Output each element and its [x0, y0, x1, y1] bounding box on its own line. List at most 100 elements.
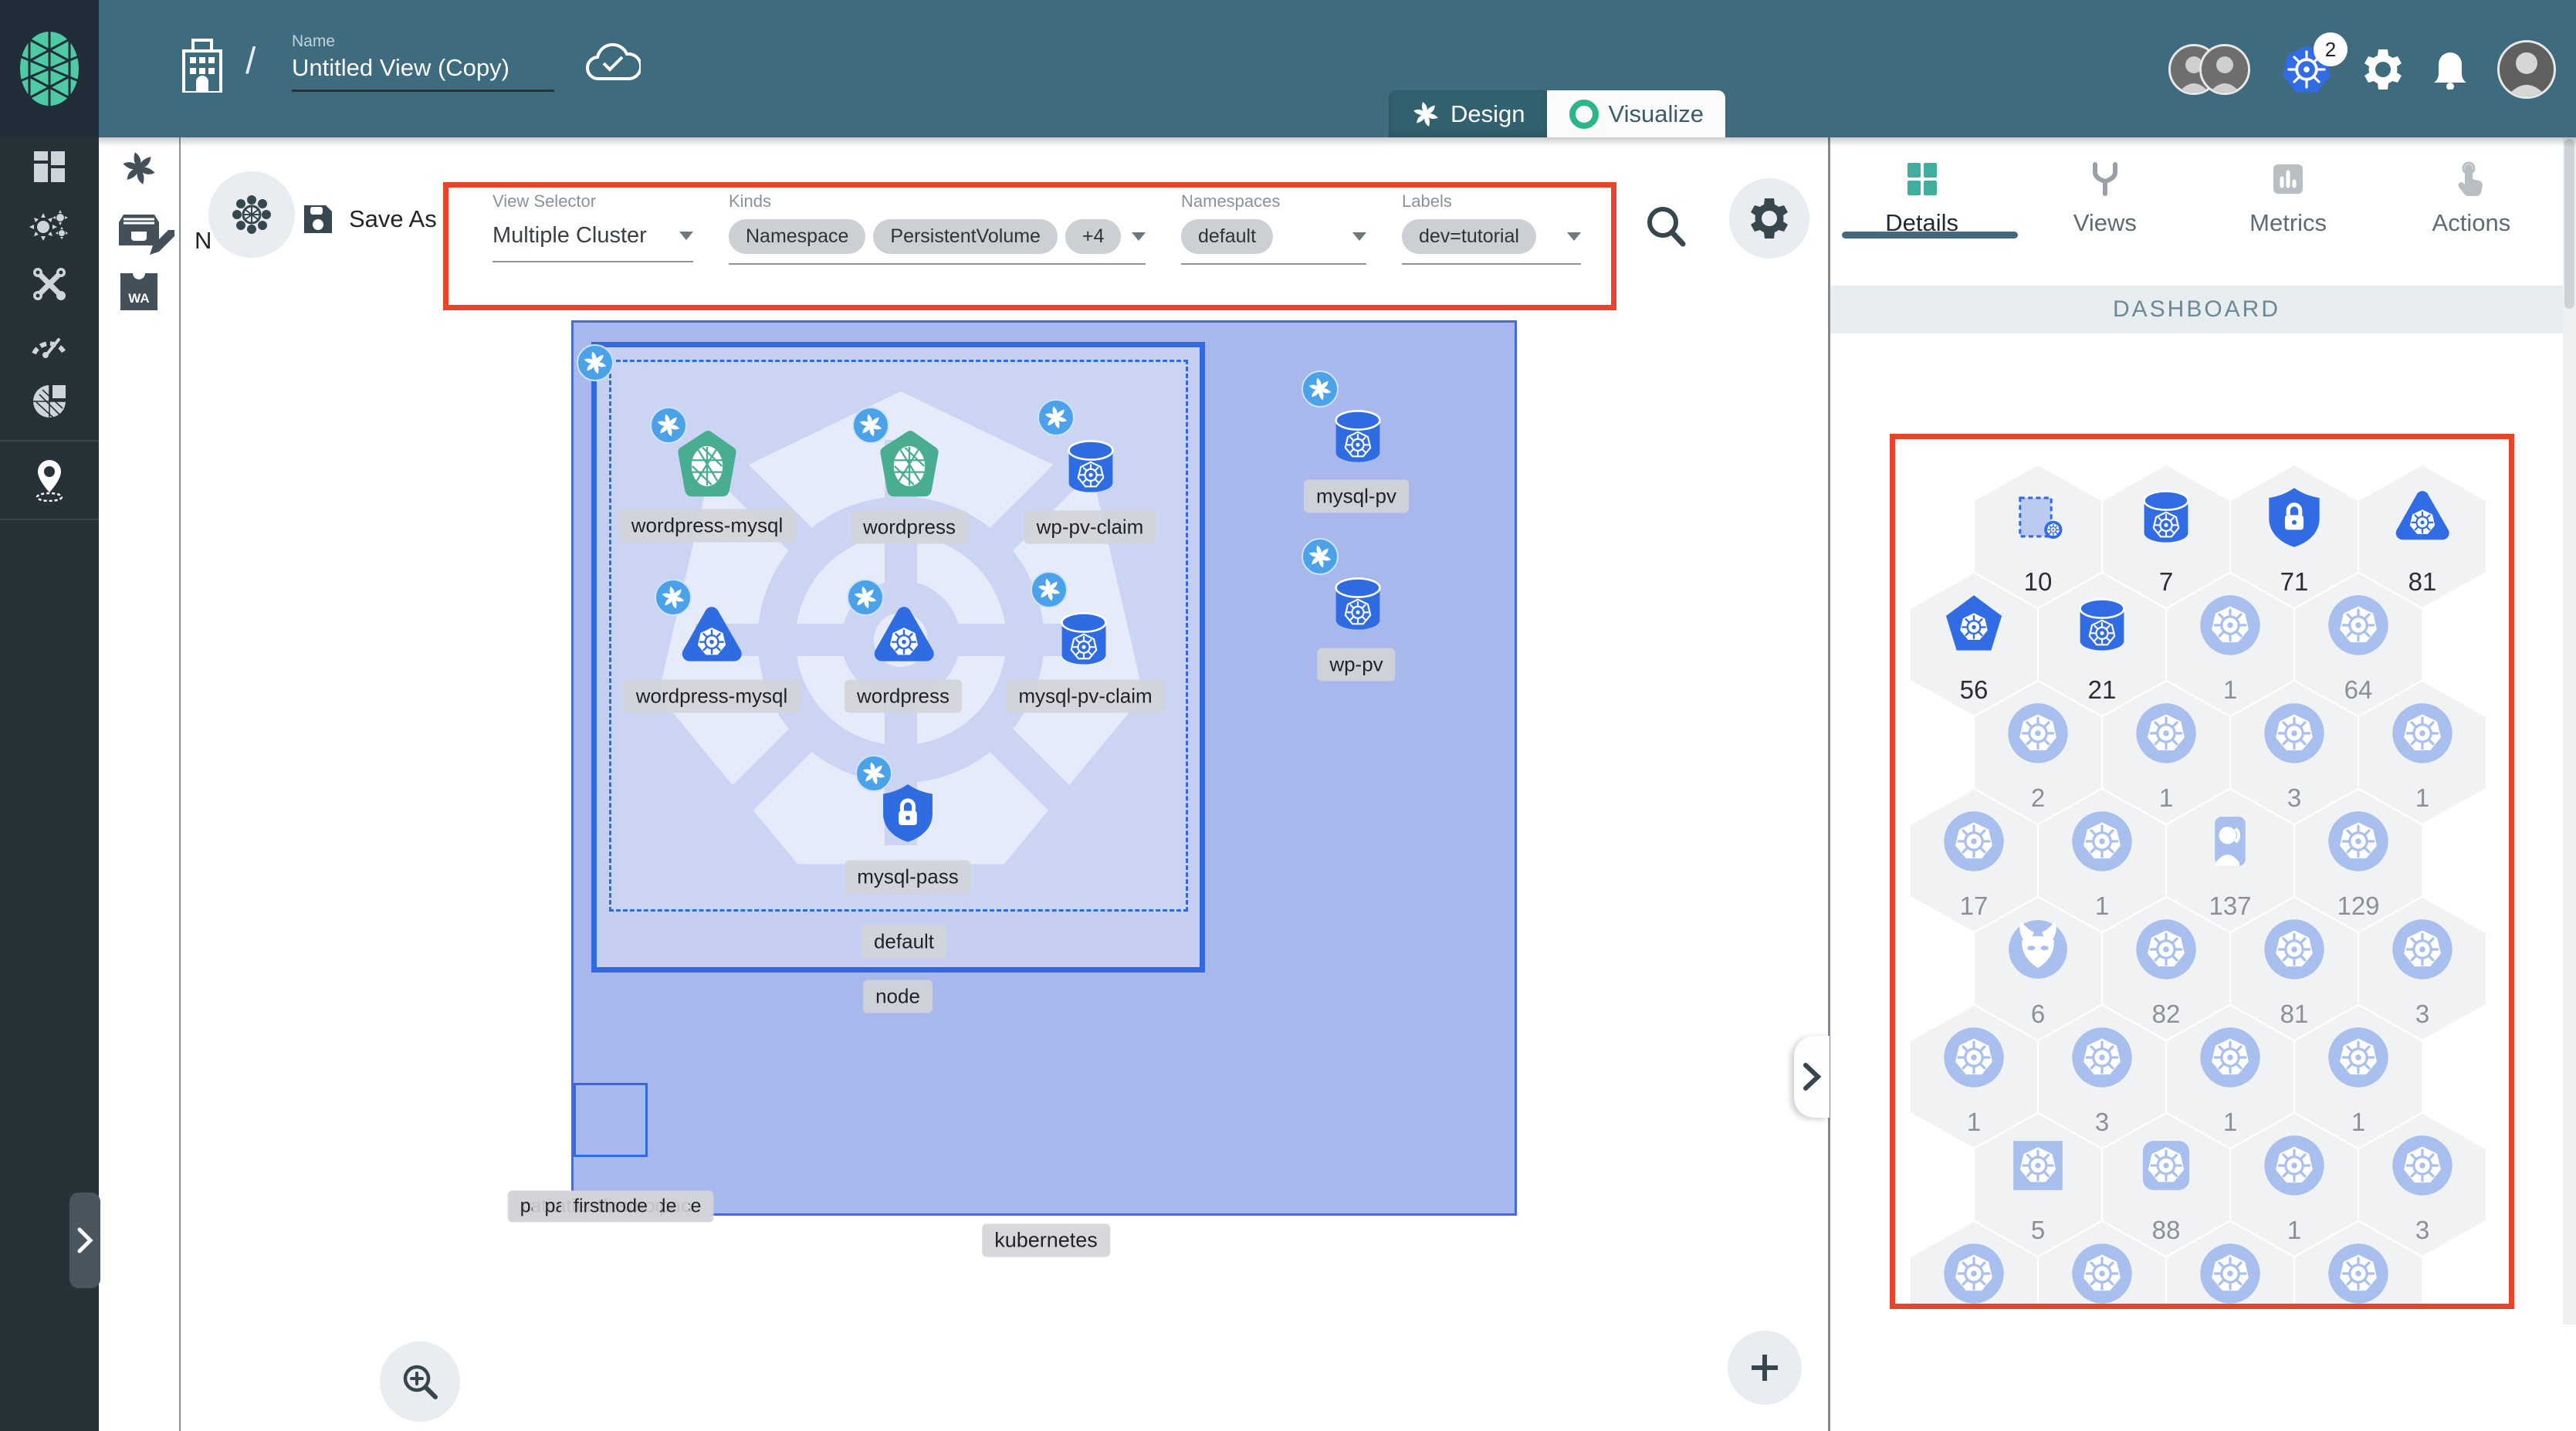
settings-gear-icon[interactable] [2363, 49, 2403, 90]
strip-wasm-item[interactable]: WA [99, 261, 179, 323]
namespace-label[interactable]: default [861, 925, 947, 959]
resource-label[interactable]: wordpress [851, 510, 968, 544]
meshery-badge-icon [1031, 571, 1068, 608]
k8s-resource-icon [2005, 1132, 2071, 1199]
tab-design[interactable]: Design [1389, 90, 1547, 137]
tools-icon [33, 268, 66, 300]
app-header: / Name Design Visualize 2 [99, 0, 2576, 137]
canvas-settings-button[interactable] [1729, 178, 1809, 259]
resource-label[interactable]: wordpress [845, 679, 962, 713]
cluster-kubernetes-box[interactable]: wordpress-mysql wordpress wp-pv-claim wo… [507, 320, 1517, 1223]
strip-designs-item[interactable] [99, 199, 179, 261]
tab-visualize[interactable]: Visualize [1546, 90, 1726, 137]
k8s-resource-icon [2069, 1024, 2135, 1091]
collaborator-avatars[interactable] [2168, 44, 2250, 95]
gears-icon [29, 210, 68, 241]
filter-namespaces[interactable]: Namespaces default [1181, 191, 1366, 265]
pvc-wp-pv-claim-icon[interactable] [1058, 428, 1124, 506]
filter-view-selector[interactable]: View Selector Multiple Cluster [493, 191, 693, 262]
meshery-swirl-icon [119, 148, 159, 188]
tab-actions[interactable]: Actions [2380, 137, 2563, 261]
machine-label: firstnode [561, 1190, 660, 1223]
resource-label[interactable]: mysql-pv-claim [1006, 679, 1165, 713]
panel-divider[interactable] [1828, 137, 1830, 1431]
strip-meshery-item[interactable] [99, 137, 179, 199]
kind-chip[interactable]: Namespace [729, 219, 866, 254]
visualize-eye-icon [1569, 99, 1599, 129]
plus-icon [1752, 1355, 1778, 1381]
resource-label[interactable]: wp-pv [1317, 648, 1396, 682]
kind-chip[interactable]: PersistentVolume [873, 219, 1058, 254]
chevron-down-icon[interactable] [1567, 232, 1581, 241]
dashboard-grid-icon [34, 151, 65, 182]
sidebar-item-configuration[interactable] [0, 255, 99, 313]
notifications-bell-icon[interactable] [2432, 49, 2468, 90]
sidebar-item-extensions[interactable] [0, 372, 99, 431]
label-chip[interactable]: dev=tutorial [1402, 219, 1536, 254]
panel-collapse-button[interactable] [1794, 1036, 1830, 1118]
filter-kinds[interactable]: Kinds Namespace PersistentVolume +4 [729, 191, 1146, 265]
zoom-in-button[interactable] [380, 1341, 460, 1422]
meshery-badge-icon [852, 407, 889, 444]
add-button[interactable] [1728, 1331, 1802, 1405]
meshery-badge-icon [855, 755, 892, 792]
sidebar-item-kanvas[interactable] [0, 451, 99, 509]
tab-details[interactable]: Details [1830, 137, 2013, 261]
chevron-down-icon[interactable] [679, 231, 693, 240]
scrollbar-thumb[interactable] [2564, 139, 2574, 309]
pv-mysql-pv-icon[interactable] [1325, 397, 1391, 477]
view-name-input[interactable] [292, 54, 554, 92]
kind-chip[interactable]: +4 [1065, 219, 1122, 254]
filter-bar: View Selector Multiple Cluster Kinds Nam… [459, 191, 1601, 299]
save-as-button[interactable]: Save As [301, 202, 437, 236]
gear-icon [1751, 198, 1788, 238]
namespace-chip[interactable]: default [1181, 219, 1274, 254]
tab-views[interactable]: Views [2013, 137, 2196, 261]
user-avatar[interactable] [2497, 40, 2556, 99]
k8s-resource-icon [2069, 808, 2135, 874]
sidebar-item-performance[interactable] [0, 313, 99, 372]
resource-label[interactable]: mysql-pass [845, 860, 971, 894]
search-icon[interactable] [1644, 204, 1687, 250]
node-box[interactable]: wordpress-mysql wordpress wp-pv-claim wo… [577, 342, 1205, 973]
kubernetes-context-button[interactable]: 2 [2280, 32, 2348, 94]
resource-label[interactable]: mysql-pv [1303, 479, 1410, 513]
chevron-down-icon[interactable] [1132, 232, 1146, 241]
zoom-in-icon [403, 1365, 438, 1399]
view-selector-value: Multiple Cluster [493, 222, 647, 248]
resource-label[interactable]: wp-pv-claim [1024, 510, 1156, 544]
machine-square[interactable] [574, 1083, 648, 1157]
cluster-label[interactable]: kubernetes [982, 1223, 1110, 1257]
k8s-resource-icon [2261, 916, 2327, 983]
node-label[interactable]: node [863, 979, 933, 1013]
save-as-label: Save As [349, 205, 437, 232]
meshery-badge-icon [1302, 538, 1339, 575]
details-panel: Details Views Metrics Actions DASHBOARD … [1830, 137, 2576, 1431]
sidebar-divider [0, 440, 99, 441]
sidebar-expand-button[interactable] [69, 1192, 100, 1288]
visualization-canvas[interactable]: N Save As View Selector Multiple Cluster [181, 137, 1830, 1431]
new-label[interactable]: N [195, 227, 212, 255]
speedometer-icon [32, 338, 67, 358]
k8s-resource-icon [1941, 1024, 2007, 1091]
chevron-down-icon[interactable] [1352, 232, 1366, 241]
tab-metrics[interactable]: Metrics [2197, 137, 2380, 261]
resource-label[interactable]: wordpress-mysql [618, 509, 796, 543]
k8s-resource-icon [1941, 808, 2007, 874]
resource-label[interactable]: wordpress-mysql [623, 679, 801, 713]
scrollbar[interactable] [2563, 137, 2576, 1324]
k8s-resource-icon [2325, 1024, 2392, 1091]
molecule-action-button[interactable] [208, 171, 295, 258]
pv-wp-pv-icon[interactable] [1325, 564, 1391, 644]
dashboard-section-header: DASHBOARD [1830, 286, 2563, 333]
sidebar-item-lifecycle[interactable] [0, 196, 99, 255]
meshery-logo-icon[interactable] [17, 29, 82, 109]
filter-labels[interactable]: Labels dev=tutorial [1402, 191, 1581, 265]
node-machine[interactable]: firstnode [561, 1083, 660, 1223]
namespace-default-box[interactable]: wordpress-mysql wordpress wp-pv-claim wo… [609, 360, 1188, 912]
organization-icon[interactable] [178, 37, 227, 93]
k8s-resource-icon [2197, 592, 2263, 658]
cloud-saved-icon [585, 42, 641, 81]
sidebar-item-dashboard[interactable] [0, 137, 99, 196]
pvc-mysql-pv-claim-icon[interactable] [1051, 600, 1117, 678]
